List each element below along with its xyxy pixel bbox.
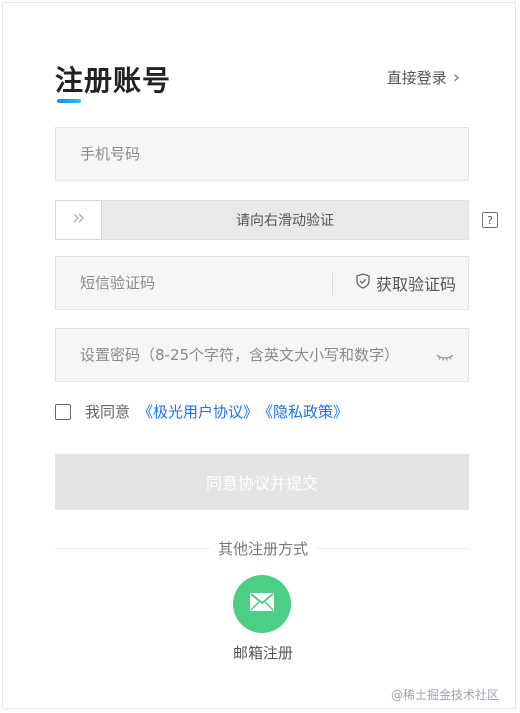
slider-hint: 请向右滑动验证 bbox=[236, 213, 334, 229]
question-icon[interactable]: ? bbox=[482, 212, 498, 228]
user-agreement-link[interactable]: 《极光用户协议》 bbox=[138, 401, 258, 422]
email-register-button[interactable] bbox=[233, 575, 291, 633]
sms-code-wrapper: 获取验证码 bbox=[55, 256, 469, 310]
agree-checkbox[interactable] bbox=[55, 403, 71, 420]
eye-closed-icon[interactable] bbox=[436, 347, 454, 365]
agreement-row: 我同意 《极光用户协议》 《隐私政策》 bbox=[55, 401, 348, 422]
mail-icon bbox=[249, 592, 275, 616]
phone-field-wrapper bbox=[55, 127, 469, 181]
direct-login-label: 直接登录 bbox=[386, 69, 447, 87]
direct-login-link[interactable]: 直接登录 › bbox=[387, 67, 460, 88]
sms-code-input[interactable] bbox=[56, 257, 326, 309]
password-input[interactable] bbox=[56, 329, 426, 381]
slider-handle[interactable] bbox=[55, 200, 102, 240]
other-methods-label: 其他注册方式 bbox=[209, 540, 316, 558]
chevron-right-icon: › bbox=[452, 66, 460, 88]
watermark: @稀土掘金技术社区 bbox=[390, 688, 499, 702]
other-methods-label-wrapper: 其他注册方式 bbox=[3, 538, 520, 559]
slide-verify: 请向右滑动验证 bbox=[55, 200, 469, 240]
title-underline bbox=[57, 99, 81, 103]
shield-check-icon bbox=[356, 273, 370, 293]
agree-prefix: 我同意 bbox=[85, 403, 131, 421]
register-panel: 注册账号 直接登录 › 请向右滑动验证 ? bbox=[2, 2, 516, 709]
email-register-label[interactable]: 邮箱注册 bbox=[3, 642, 520, 663]
code-divider bbox=[332, 273, 333, 295]
submit-button[interactable]: 同意协议并提交 bbox=[55, 454, 469, 510]
get-code-button[interactable]: 获取验证码 bbox=[356, 257, 456, 309]
get-code-label: 获取验证码 bbox=[375, 275, 456, 294]
password-wrapper bbox=[55, 328, 469, 382]
page-title: 注册账号 bbox=[55, 64, 172, 97]
double-chevron-right-icon bbox=[71, 212, 87, 228]
phone-input[interactable] bbox=[56, 128, 468, 180]
privacy-policy-link[interactable]: 《隐私政策》 bbox=[258, 401, 348, 422]
